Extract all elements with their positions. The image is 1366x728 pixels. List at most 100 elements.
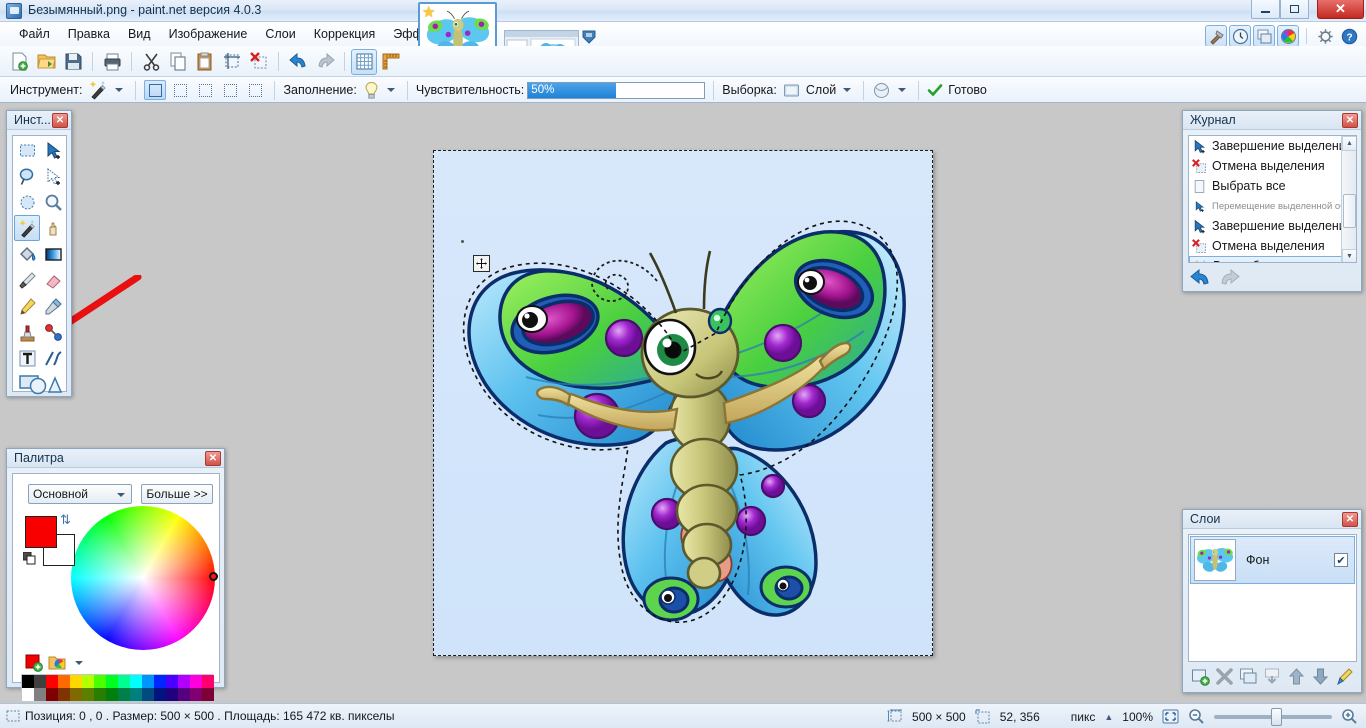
palette-swatch[interactable]	[142, 688, 154, 701]
sampling-value[interactable]: Слой	[806, 83, 836, 97]
tool-lasso-select[interactable]	[14, 163, 40, 189]
cut-button[interactable]	[138, 49, 164, 75]
menu-adjustments[interactable]: Коррекция	[305, 24, 384, 44]
tool-clone-stamp[interactable]	[14, 319, 40, 345]
units-caret-icon[interactable]: ▲	[1104, 712, 1113, 722]
palette-swatch[interactable]	[106, 675, 118, 688]
tool-recolor[interactable]	[40, 319, 66, 345]
fit-to-window-icon[interactable]	[1162, 708, 1179, 725]
tool-color-picker[interactable]	[40, 293, 66, 319]
antialias-dropdown-caret[interactable]	[898, 88, 907, 92]
tools-panel-close-button[interactable]: ✕	[52, 113, 68, 128]
merge-down-icon[interactable]	[1263, 667, 1282, 686]
palette-swatch[interactable]	[22, 675, 34, 688]
history-entry[interactable]: Отмена выделения	[1189, 156, 1343, 176]
fill-dropdown-caret[interactable]	[386, 88, 395, 92]
history-panel-toggle[interactable]	[1229, 25, 1251, 47]
menu-view[interactable]: Вид	[119, 24, 160, 44]
scroll-up-arrow-icon[interactable]: ▲	[1342, 136, 1356, 151]
palette-swatch[interactable]	[34, 688, 46, 701]
delete-layer-icon[interactable]	[1215, 667, 1234, 686]
tool-gradient[interactable]	[40, 241, 66, 267]
history-entry[interactable]: Завершение выделения	[1189, 216, 1353, 236]
palette-swatch[interactable]	[58, 675, 70, 688]
palette-swatch[interactable]	[118, 675, 130, 688]
zoom-out-icon[interactable]	[1188, 708, 1205, 725]
zoom-slider[interactable]	[1214, 707, 1332, 726]
print-button[interactable]	[99, 49, 125, 75]
arrow-down-icon[interactable]	[1311, 667, 1330, 686]
layer-visibility-checkbox[interactable]: ✔	[1334, 553, 1348, 567]
undo-button[interactable]	[285, 49, 311, 75]
tool-rectangle-select[interactable]	[14, 137, 40, 163]
palette-swatch[interactable]	[46, 675, 58, 688]
rulers-button[interactable]	[378, 49, 404, 75]
tool-paint-bucket[interactable]	[14, 241, 40, 267]
palette-swatch[interactable]	[202, 688, 214, 701]
palette-mode-select[interactable]: Основной	[28, 484, 132, 504]
tool-pan[interactable]	[40, 215, 66, 241]
history-entry[interactable]: Завершение выделения	[1189, 136, 1353, 156]
crop-button[interactable]	[219, 49, 245, 75]
antialias-circle-icon[interactable]	[872, 81, 891, 100]
close-button[interactable]: ✕	[1317, 0, 1364, 19]
layers-panel-close-button[interactable]: ✕	[1342, 512, 1358, 527]
tool-shapes[interactable]	[14, 371, 66, 397]
duplicate-layer-icon[interactable]	[1239, 667, 1258, 686]
palette-swatch[interactable]	[154, 688, 166, 701]
history-panel-close-button[interactable]: ✕	[1342, 113, 1358, 128]
history-entry[interactable]: Отмена выделения	[1189, 236, 1343, 256]
undo-arrow-icon[interactable]	[1190, 268, 1211, 287]
palette-swatch[interactable]	[190, 688, 202, 701]
palette-swatch[interactable]	[130, 688, 142, 701]
palette-panel-close-button[interactable]: ✕	[205, 451, 221, 466]
layers-panel-header[interactable]: Слои ✕	[1183, 510, 1361, 529]
menu-layers[interactable]: Слои	[256, 24, 304, 44]
palette-swatch[interactable]	[202, 675, 214, 688]
palette-swatch[interactable]	[166, 675, 178, 688]
selection-mode-union[interactable]	[169, 80, 191, 100]
palette-swatch[interactable]	[82, 688, 94, 701]
help-button[interactable]: ?	[1338, 25, 1360, 47]
palette-swatch[interactable]	[178, 688, 190, 701]
scroll-down-arrow-icon[interactable]: ▼	[1342, 249, 1356, 262]
history-entry[interactable]: Выбрать все	[1189, 176, 1343, 196]
scrollbar-thumb[interactable]	[1343, 194, 1356, 228]
palette-swatch[interactable]	[106, 688, 118, 701]
primary-color-swatch[interactable]	[25, 516, 57, 548]
layer-icon[interactable]	[783, 83, 800, 98]
selection-mode-xor[interactable]	[219, 80, 241, 100]
tab-dropdown-arrow[interactable]	[582, 30, 596, 44]
palette-swatch[interactable]	[142, 675, 154, 688]
open-button[interactable]	[33, 49, 59, 75]
palette-swatch[interactable]	[82, 675, 94, 688]
palette-swatch[interactable]	[46, 688, 58, 701]
add-layer-icon[interactable]	[1191, 667, 1210, 686]
layers-list[interactable]: Фон ✔	[1188, 534, 1357, 662]
maximize-button[interactable]	[1280, 0, 1309, 19]
palette-swatch[interactable]	[94, 675, 106, 688]
tolerance-slider[interactable]: 50%	[527, 81, 706, 99]
tool-paintbrush[interactable]	[14, 267, 40, 293]
tools-panel-header[interactable]: Инст... ✕	[7, 111, 71, 130]
palette-swatch[interactable]	[94, 688, 106, 701]
tool-move-selected[interactable]	[40, 137, 66, 163]
history-entry[interactable]: Перемещение выделенной области	[1189, 196, 1356, 216]
tool-zoom[interactable]	[40, 189, 66, 215]
finish-button[interactable]: Готово	[948, 83, 987, 97]
layer-properties-icon[interactable]	[1335, 667, 1354, 686]
menu-file[interactable]: Файл	[10, 24, 59, 44]
palette-swatch[interactable]	[34, 675, 46, 688]
palette-panel-header[interactable]: Палитра ✕	[7, 449, 224, 468]
zoom-in-icon[interactable]	[1341, 708, 1358, 725]
copy-button[interactable]	[165, 49, 191, 75]
palette-swatch[interactable]	[190, 675, 202, 688]
save-button[interactable]	[60, 49, 86, 75]
selection-mode-exclude[interactable]	[194, 80, 216, 100]
tool-pencil[interactable]	[14, 293, 40, 319]
arrow-up-icon[interactable]	[1287, 667, 1306, 686]
palette-swatch[interactable]	[130, 675, 142, 688]
tool-dropdown-caret[interactable]	[115, 88, 124, 92]
palette-dropdown-caret[interactable]	[75, 661, 83, 665]
tool-ellipse-select[interactable]	[14, 189, 40, 215]
